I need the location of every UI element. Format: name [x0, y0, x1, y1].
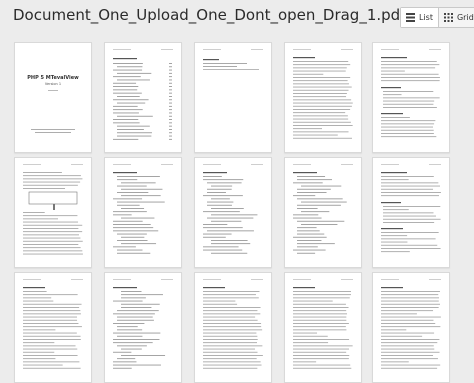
page-content-preview	[113, 49, 173, 140]
list-view-button[interactable]: List	[401, 8, 439, 27]
page-content-preview	[293, 49, 353, 139]
page-thumbnail-9[interactable]	[284, 157, 362, 268]
page-content-preview	[203, 164, 263, 254]
page-thumbnail-13[interactable]	[194, 272, 272, 383]
page-content-preview	[203, 49, 263, 70]
page-thumbnail-8[interactable]	[194, 157, 272, 268]
page-content-preview	[113, 279, 173, 369]
page-thumbnail-grid: PHP 5 MTevalView Version 1	[14, 40, 474, 383]
page-thumbnail-3[interactable]	[194, 42, 272, 153]
page-content-preview	[381, 164, 441, 253]
page-content-preview	[293, 164, 353, 254]
grid-icon	[443, 13, 453, 22]
cover-title: PHP 5 MTevalView	[27, 75, 79, 81]
page-thumbnail-11[interactable]	[14, 272, 92, 383]
page-thumbnail-6[interactable]	[14, 157, 92, 268]
page-thumbnail-12[interactable]	[104, 272, 182, 383]
list-icon	[406, 13, 415, 22]
page-thumbnail-7[interactable]	[104, 157, 182, 268]
page-thumbnail-15[interactable]	[372, 272, 450, 383]
page-thumbnail-5[interactable]	[372, 42, 450, 153]
page-content-preview	[381, 49, 441, 138]
page-content-preview	[293, 279, 353, 369]
header-bar: Document_One_Upload_One_Dont_open_Drag_1…	[0, 0, 474, 36]
page-content-preview	[381, 279, 441, 369]
page-content-preview: PHP 5 MTevalViewVersion 1	[27, 75, 79, 133]
document-title: Document_One_Upload_One_Dont_open_Drag_1…	[13, 6, 406, 24]
list-view-label: List	[419, 13, 433, 22]
page-thumbnail-10[interactable]	[372, 157, 450, 268]
cover-subtitle: Version 1	[45, 82, 61, 86]
page-content-preview	[23, 279, 83, 369]
grid-view-label: Grid	[456, 13, 474, 22]
page-thumbnail-4[interactable]	[284, 42, 362, 153]
page-content-preview	[23, 164, 83, 255]
page-thumbnail-14[interactable]	[284, 272, 362, 383]
page-content-preview	[203, 279, 263, 369]
page-content-preview	[113, 164, 173, 254]
grid-view-button[interactable]: Grid	[439, 8, 474, 27]
page-thumbnail-2[interactable]	[104, 42, 182, 153]
page-thumbnail-1[interactable]: PHP 5 MTevalView Version 1	[14, 42, 92, 153]
view-toggle: List Grid	[400, 7, 474, 28]
